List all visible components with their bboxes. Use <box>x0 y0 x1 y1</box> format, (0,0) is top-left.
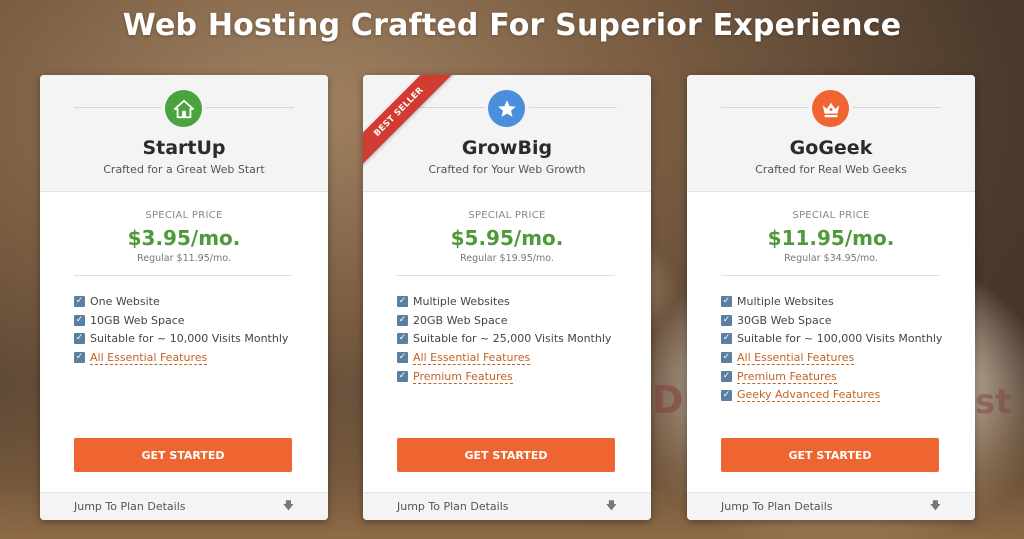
regular-price: Regular $34.95/mo. <box>784 253 878 264</box>
feature-link-text[interactable]: Premium Features <box>737 370 837 384</box>
checkbox-checked-icon: ✓ <box>721 314 732 326</box>
checkbox-checked-icon: ✓ <box>721 295 732 307</box>
feature-item: ✓ 20GB Web Space <box>397 311 627 330</box>
feature-list: ✓ Multiple Websites ✓ 30GB Web Space ✓ Suit… <box>721 292 951 405</box>
plan-card-header: StartUp Crafted for a Great Web Start <box>40 75 328 192</box>
feature-item-link[interactable]: ✓ All Essential Features <box>721 348 951 367</box>
checkbox-checked-icon: ✓ <box>721 389 732 401</box>
price-divider <box>721 275 939 276</box>
get-started-button[interactable]: GET STARTED <box>721 438 939 472</box>
plan-price: $11.95/mo. <box>767 226 895 250</box>
arrow-down-icon: 🡇 <box>929 499 941 512</box>
feature-link-text[interactable]: All Essential Features <box>90 351 208 365</box>
plan-price: $3.95/mo. <box>127 226 241 250</box>
feature-text: 10GB Web Space <box>90 313 185 327</box>
jump-to-plan-details[interactable]: Jump To Plan Details 🡇 <box>687 492 975 520</box>
feature-text: 30GB Web Space <box>737 313 832 327</box>
feature-item: ✓ Suitable for ~ 10,000 Visits Monthly <box>74 330 304 349</box>
checkbox-checked-icon: ✓ <box>397 333 408 345</box>
checkbox-checked-icon: ✓ <box>397 295 408 307</box>
header-divider-right <box>853 107 941 108</box>
regular-price: Regular $11.95/mo. <box>137 253 231 264</box>
checkbox-checked-icon: ✓ <box>721 371 732 383</box>
plan-card-header: GoGeek Crafted for Real Web Geeks <box>687 75 975 192</box>
feature-item-link[interactable]: ✓ Geeky Advanced Features <box>721 386 951 405</box>
header-divider-right <box>529 107 617 108</box>
jump-label: Jump To Plan Details <box>397 500 509 513</box>
feature-text: Suitable for ~ 25,000 Visits Monthly <box>413 332 612 346</box>
feature-text: Multiple Websites <box>737 294 834 308</box>
checkbox-checked-icon: ✓ <box>74 333 85 345</box>
header-divider-left <box>74 107 162 108</box>
header-divider-right <box>206 107 294 108</box>
plan-card-startup: StartUp Crafted for a Great Web Start SP… <box>40 75 328 520</box>
jump-to-plan-details[interactable]: Jump To Plan Details 🡇 <box>363 492 651 520</box>
checkbox-checked-icon: ✓ <box>74 295 85 307</box>
plan-name: StartUp <box>142 137 226 159</box>
feature-item: ✓ One Website <box>74 292 304 311</box>
best-seller-ribbon: BEST SELLER <box>363 75 463 175</box>
price-divider <box>397 275 615 276</box>
feature-text: Multiple Websites <box>413 294 510 308</box>
feature-text: 20GB Web Space <box>413 313 508 327</box>
checkbox-checked-icon: ✓ <box>397 314 408 326</box>
feature-item: ✓ Suitable for ~ 100,000 Visits Monthly <box>721 330 951 349</box>
feature-text: Suitable for ~ 100,000 Visits Monthly <box>737 332 943 346</box>
feature-item: ✓ 10GB Web Space <box>74 311 304 330</box>
feature-text: Suitable for ~ 10,000 Visits Monthly <box>90 332 289 346</box>
plan-card-gogeek: GoGeek Crafted for Real Web Geeks SPECIA… <box>687 75 975 520</box>
feature-item-link[interactable]: ✓ Premium Features <box>397 367 627 386</box>
special-price-label: SPECIAL PRICE <box>468 210 546 221</box>
best-seller-badge: BEST SELLER <box>363 75 457 170</box>
jump-label: Jump To Plan Details <box>721 500 833 513</box>
feature-item: ✓ 30GB Web Space <box>721 311 951 330</box>
plan-tagline: Crafted for Real Web Geeks <box>755 163 907 176</box>
feature-item-link[interactable]: ✓ All Essential Features <box>74 348 304 367</box>
feature-link-text[interactable]: Geeky Advanced Features <box>737 388 881 403</box>
get-started-button[interactable]: GET STARTED <box>397 438 615 472</box>
feature-item: ✓ Multiple Websites <box>721 292 951 311</box>
arrow-down-icon: 🡇 <box>605 499 617 512</box>
feature-item: ✓ Multiple Websites <box>397 292 627 311</box>
background-blurred-lettering-2: st <box>975 382 1012 422</box>
feature-list: ✓ Multiple Websites ✓ 20GB Web Space ✓ Suit… <box>397 292 627 386</box>
special-price-label: SPECIAL PRICE <box>145 210 223 221</box>
checkbox-checked-icon: ✓ <box>397 352 408 364</box>
special-price-label: SPECIAL PRICE <box>792 210 870 221</box>
plan-card-growbig: GrowBig Crafted for Your Web Growth BEST… <box>363 75 651 520</box>
checkbox-checked-icon: ✓ <box>721 352 732 364</box>
header-divider-left <box>721 107 809 108</box>
feature-item-link[interactable]: ✓ All Essential Features <box>397 348 627 367</box>
checkbox-checked-icon: ✓ <box>74 352 85 364</box>
page-headline: Web Hosting Crafted For Superior Experie… <box>122 8 902 43</box>
feature-list: ✓ One Website ✓ 10GB Web Space ✓ Suitable f… <box>74 292 304 367</box>
house-icon <box>165 90 202 127</box>
star-icon <box>488 90 525 127</box>
regular-price: Regular $19.95/mo. <box>460 253 554 264</box>
feature-link-text[interactable]: All Essential Features <box>413 351 531 365</box>
jump-to-plan-details[interactable]: Jump To Plan Details 🡇 <box>40 492 328 520</box>
feature-item: ✓ Suitable for ~ 25,000 Visits Monthly <box>397 330 627 349</box>
crown-icon <box>812 90 849 127</box>
arrow-down-icon: 🡇 <box>282 499 294 512</box>
jump-label: Jump To Plan Details <box>74 500 186 513</box>
feature-item-link[interactable]: ✓ Premium Features <box>721 367 951 386</box>
feature-link-text[interactable]: Premium Features <box>413 370 513 384</box>
checkbox-checked-icon: ✓ <box>74 314 85 326</box>
checkbox-checked-icon: ✓ <box>721 333 732 345</box>
plan-tagline: Crafted for a Great Web Start <box>103 163 265 176</box>
plan-price: $5.95/mo. <box>450 226 564 250</box>
checkbox-checked-icon: ✓ <box>397 371 408 383</box>
price-divider <box>74 275 292 276</box>
feature-link-text[interactable]: All Essential Features <box>737 351 855 365</box>
feature-text: One Website <box>90 294 160 308</box>
plan-name: GoGeek <box>789 137 873 159</box>
get-started-button[interactable]: GET STARTED <box>74 438 292 472</box>
